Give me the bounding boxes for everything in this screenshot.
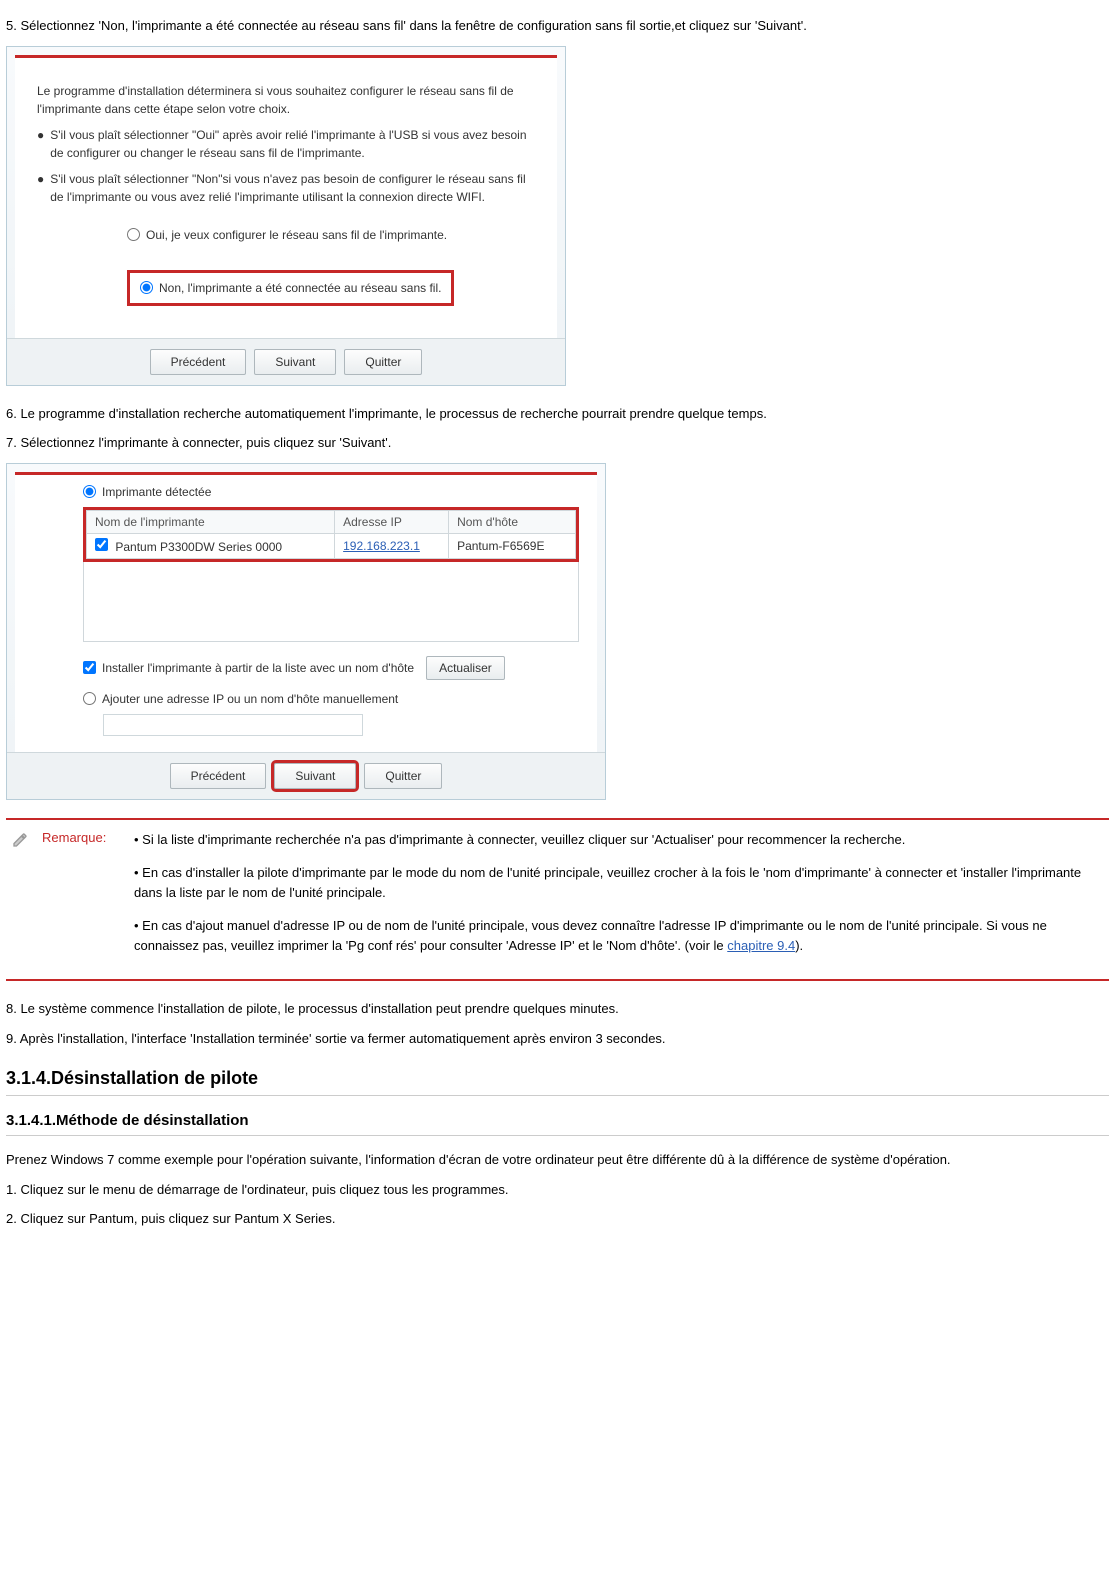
remarque-p3: • En cas d'ajout manuel d'adresse IP ou … — [134, 916, 1103, 955]
printer-table-highlight: Nom de l'imprimante Adresse IP Nom d'hôt… — [83, 507, 579, 562]
remarque-p1: • Si la liste d'imprimante recherchée n'… — [134, 830, 1103, 850]
remarque-p3-after: ). — [795, 938, 803, 953]
radio-no-input[interactable] — [140, 281, 153, 294]
manual-add-row[interactable]: Ajouter une adresse IP ou un nom d'hôte … — [83, 692, 579, 706]
printer-row-name: Pantum P3300DW Series 0000 — [115, 540, 282, 554]
radio-yes-input[interactable] — [127, 228, 140, 241]
section-divider — [6, 1135, 1109, 1136]
remarque-p2: • En cas d'installer la pilote d'imprima… — [134, 863, 1103, 902]
uninstall-step-1: 1. Cliquez sur le menu de démarrage de l… — [6, 1180, 1109, 1200]
detected-radio-input[interactable] — [83, 485, 96, 498]
step-6-text: 6. Le programme d'installation recherche… — [6, 404, 1109, 424]
section-divider — [6, 1095, 1109, 1096]
printer-list-empty-area — [83, 562, 579, 642]
col-ip-address: Adresse IP — [335, 510, 449, 533]
dialog1-radio-yes[interactable]: Oui, je veux configurer le réseau sans f… — [127, 226, 535, 244]
bullet-dot-icon: ● — [37, 126, 44, 162]
manual-label: Ajouter une adresse IP ou un nom d'hôte … — [102, 692, 398, 706]
printer-row-name-cell[interactable]: Pantum P3300DW Series 0000 — [87, 533, 335, 558]
col-printer-name: Nom de l'imprimante — [87, 510, 335, 533]
dialog1-next-button[interactable]: Suivant — [254, 349, 336, 375]
dialog1-bullet1: ● S'il vous plaît sélectionner "Oui" apr… — [37, 126, 535, 162]
remarque-block: Remarque: • Si la liste d'imprimante rec… — [6, 818, 1109, 982]
remarque-label: Remarque: — [42, 830, 122, 970]
remarque-p3-before: • En cas d'ajout manuel d'adresse IP ou … — [134, 918, 1047, 953]
printer-table-header-row: Nom de l'imprimante Adresse IP Nom d'hôt… — [87, 510, 576, 533]
printer-row-checkbox[interactable] — [95, 538, 108, 551]
printer-table-row[interactable]: Pantum P3300DW Series 0000 192.168.223.1… — [87, 533, 576, 558]
uninstall-intro: Prenez Windows 7 comme exemple pour l'op… — [6, 1150, 1109, 1170]
dialog1-quit-button[interactable]: Quitter — [344, 349, 422, 375]
install-from-list-row[interactable]: Installer l'imprimante à partir de la li… — [83, 656, 579, 680]
heading-3-1-4: 3.1.4.Désinstallation de pilote — [6, 1068, 1109, 1089]
dialog2-prev-button[interactable]: Précédent — [170, 763, 267, 789]
dialog1-bullet2: ● S'il vous plaît sélectionner "Non"si v… — [37, 170, 535, 206]
col-host-name: Nom d'hôte — [449, 510, 576, 533]
wireless-dialog-content: Le programme d'installation déterminera … — [15, 55, 557, 338]
install-label: Installer l'imprimante à partir de la li… — [102, 661, 414, 675]
printer-row-host: Pantum-F6569E — [449, 533, 576, 558]
dialog1-intro: Le programme d'installation déterminera … — [37, 82, 535, 118]
radio-no-label: Non, l'imprimante a été connectée au rés… — [159, 279, 441, 297]
dialog1-bullet2-text: S'il vous plaît sélectionner "Non"si vou… — [50, 170, 535, 206]
manual-radio-input[interactable] — [83, 692, 96, 705]
step-9-text: 9. Après l'installation, l'interface 'In… — [6, 1029, 1109, 1049]
refresh-button[interactable]: Actualiser — [426, 656, 505, 680]
uninstall-step-2: 2. Cliquez sur Pantum, puis cliquez sur … — [6, 1209, 1109, 1229]
printer-select-dialog: Imprimante détectée Nom de l'imprimante … — [6, 463, 606, 800]
bullet-dot-icon: ● — [37, 170, 44, 206]
manual-ip-input[interactable] — [103, 714, 363, 736]
dialog2-quit-button[interactable]: Quitter — [364, 763, 442, 789]
radio-yes-label: Oui, je veux configurer le réseau sans f… — [146, 226, 447, 244]
detected-radio-label: Imprimante détectée — [102, 485, 211, 499]
step-8-text: 8. Le système commence l'installation de… — [6, 999, 1109, 1019]
wireless-config-dialog: Le programme d'installation déterminera … — [6, 46, 566, 386]
dialog1-button-bar: Précédent Suivant Quitter — [7, 338, 565, 385]
install-checkbox[interactable] — [83, 661, 96, 674]
remarque-content: • Si la liste d'imprimante recherchée n'… — [134, 830, 1103, 970]
step-7-text: 7. Sélectionnez l'imprimante à connecter… — [6, 433, 1109, 453]
dialog1-bullet1-text: S'il vous plaît sélectionner "Oui" après… — [50, 126, 535, 162]
chapter-9-4-link[interactable]: chapitre 9.4 — [727, 938, 795, 953]
printer-table: Nom de l'imprimante Adresse IP Nom d'hôt… — [86, 510, 576, 559]
printer-row-ip-link[interactable]: 192.168.223.1 — [343, 539, 420, 553]
dialog2-button-bar: Précédent Suivant Quitter — [7, 752, 605, 799]
printer-row-ip-cell[interactable]: 192.168.223.1 — [335, 533, 449, 558]
dialog2-next-button[interactable]: Suivant — [274, 763, 356, 789]
note-pencil-icon — [12, 830, 30, 970]
step-5-text: 5. Sélectionnez 'Non, l'imprimante a été… — [6, 16, 1109, 36]
dialog1-radio-no[interactable]: Non, l'imprimante a été connectée au rés… — [127, 270, 454, 306]
dialog1-prev-button[interactable]: Précédent — [150, 349, 247, 375]
heading-3-1-4-1: 3.1.4.1.Méthode de désinstallation — [6, 1112, 1109, 1129]
detected-printer-radio[interactable]: Imprimante détectée — [83, 485, 579, 499]
printer-dialog-content: Imprimante détectée Nom de l'imprimante … — [15, 472, 597, 752]
